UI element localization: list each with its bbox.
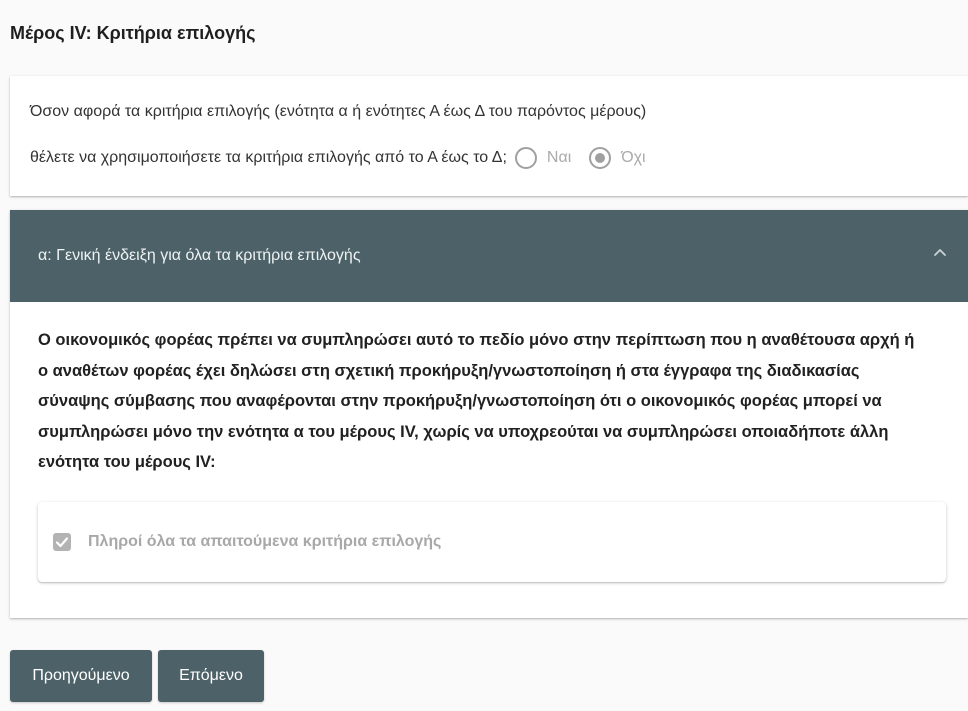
use-criteria-question: θέλετε να χρησιμοποιήσετε τα κριτήρια επ… [30, 149, 507, 166]
radio-option-yes[interactable]: Ναι [514, 147, 571, 169]
radio-yes-label[interactable]: Ναι [547, 147, 571, 169]
radio-yes-indicator[interactable] [514, 147, 537, 169]
section-alpha-accordion: α: Γενική ένδειξη για όλα τα κριτήρια επ… [10, 210, 968, 618]
use-criteria-question-row: θέλετε να χρησιμοποιήσετε τα κριτήρια επ… [30, 147, 646, 169]
radio-no-indicator[interactable] [589, 147, 612, 169]
description-line: συμπληρώσει μόνο την ενότητα α του μέρου… [38, 422, 889, 441]
section-alpha-body: Ο οικονομικός φορέας πρέπει να συμπληρώσ… [10, 302, 968, 618]
section-alpha-title: α: Γενική ένδειξη για όλα τα κριτήρια επ… [38, 247, 361, 264]
checkbox-checked-icon [53, 533, 71, 551]
page-title: Μέρος IV: Κριτήρια επιλογής [10, 23, 256, 43]
all-criteria-met-checkbox[interactable] [53, 533, 71, 551]
radio-no-label[interactable]: Όχι [621, 147, 645, 169]
section-alpha-header[interactable]: α: Γενική ένδειξη για όλα τα κριτήρια επ… [10, 210, 968, 302]
previous-button[interactable]: Προηγούμενο [10, 650, 152, 702]
chevron-up-icon[interactable] [934, 248, 946, 256]
selection-criteria-intro: Όσον αφορά τα κριτήρια επιλογής (ενότητα… [30, 103, 647, 120]
description-line: Ο οικονομικός φορέας πρέπει να συμπληρώσ… [38, 331, 915, 349]
description-line: ο αναθέτων φορέας έχει δηλώσει στη σχετι… [38, 361, 860, 380]
next-button[interactable]: Επόμενο [158, 650, 264, 702]
section-alpha-description: Ο οικονομικός φορέας πρέπει να συμπληρώσ… [38, 325, 966, 478]
all-criteria-met-label[interactable]: Πληροί όλα τα απαιτούμενα κριτήρια επιλο… [88, 532, 441, 552]
radio-option-no[interactable]: Όχι [589, 147, 646, 169]
selection-criteria-card: Όσον αφορά τα κριτήρια επιλογής (ενότητα… [10, 76, 968, 196]
description-line: σύναψης σύμβασης που αναφέρονται στην πρ… [38, 392, 882, 410]
description-line: ενότητα του μέρους IV: [38, 453, 216, 471]
criteria-checkbox-card: Πληροί όλα τα απαιτούμενα κριτήρια επιλο… [38, 502, 946, 582]
